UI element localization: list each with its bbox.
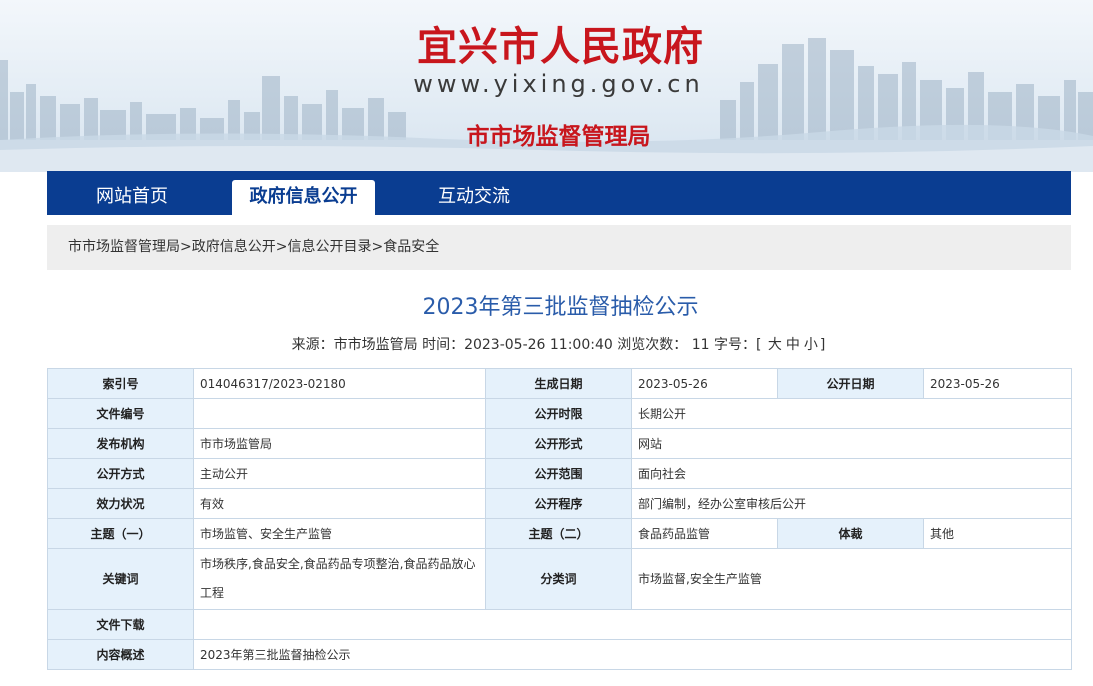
download-value[interactable] (193, 609, 1072, 640)
breadcrumb-link-gov-info[interactable]: 政府信息公开 (192, 239, 276, 255)
pub-date-label: 公开日期 (777, 368, 924, 399)
font-size-small-button[interactable]: 小 (804, 337, 818, 353)
site-title: 宜兴市人民政府 (417, 23, 704, 70)
time-label: 时间： (422, 337, 465, 353)
method-value: 主动公开 (193, 458, 486, 489)
index-no-label: 索引号 (47, 368, 194, 399)
time-limit-label: 公开时限 (485, 398, 632, 429)
font-size-medium-button[interactable]: 中 (786, 337, 800, 353)
fontsize-bracket-close: ] (819, 337, 826, 353)
fontsize-label: 字号： (713, 337, 756, 353)
article-meta: 来源：市市场监管局 时间：2023-05-26 11:00:40 浏览次数： 1… (0, 334, 1093, 354)
doc-no-value (193, 398, 486, 429)
keywords-label: 关键词 (47, 548, 194, 610)
nav-home[interactable]: 网站首页 (57, 180, 207, 215)
breadcrumb-link-bureau[interactable]: 市市场监督管理局 (68, 239, 180, 255)
summary-label: 内容概述 (47, 639, 194, 670)
source-value: 市市场监管局 (333, 337, 418, 353)
department-name: 市市场监督管理局 (466, 124, 651, 150)
table-row: 文件下载 (47, 609, 1072, 640)
breadcrumb: 市市场监督管理局>政府信息公开>信息公开目录>食品安全 (47, 225, 1071, 270)
nav-gov-info-public[interactable]: 政府信息公开 (232, 180, 375, 215)
category-label: 分类词 (485, 548, 632, 610)
table-row: 文件编号 公开时限 长期公开 (47, 398, 1072, 429)
header-banner: 宜兴市人民政府 www.yixing.gov.cn 市市场监督管理局 (0, 0, 1093, 172)
gen-date-label: 生成日期 (485, 368, 632, 399)
breadcrumb-separator: > (180, 239, 192, 255)
nav-interaction[interactable]: 互动交流 (399, 180, 549, 215)
publisher-label: 发布机构 (47, 428, 194, 459)
time-limit-value: 长期公开 (631, 398, 1072, 429)
status-label: 效力状况 (47, 488, 194, 519)
views-label: 浏览次数： (617, 337, 688, 353)
topic2-label: 主题（二） (485, 518, 632, 549)
index-no-value: 014046317/2023-02180 (193, 368, 486, 399)
genre-value: 其他 (923, 518, 1072, 549)
topic1-value: 市场监管、安全生产监管 (193, 518, 486, 549)
table-row: 内容概述 2023年第三批监督抽检公示 (47, 639, 1072, 670)
scope-value: 面向社会 (631, 458, 1072, 489)
table-row: 索引号 014046317/2023-02180 生成日期 2023-05-26… (47, 368, 1072, 399)
topic2-value: 食品药品监管 (631, 518, 778, 549)
main-nav: 网站首页 政府信息公开 互动交流 (47, 171, 1071, 215)
breadcrumb-link-catalog[interactable]: 信息公开目录 (287, 239, 371, 255)
table-row: 主题（一） 市场监管、安全生产监管 主题（二） 食品药品监管 体裁 其他 (47, 518, 1072, 549)
table-row: 发布机构 市市场监管局 公开形式 网站 (47, 428, 1072, 459)
status-value: 有效 (193, 488, 486, 519)
form-value: 网站 (631, 428, 1072, 459)
source-label: 来源： (291, 337, 334, 353)
table-row: 关键词 市场秩序,食品安全,食品药品专项整治,食品药品放心工程 分类词 市场监督… (47, 548, 1072, 610)
keywords-value: 市场秩序,食品安全,食品药品专项整治,食品药品放心工程 (193, 548, 486, 610)
table-row: 公开方式 主动公开 公开范围 面向社会 (47, 458, 1072, 489)
breadcrumb-separator: > (275, 239, 288, 255)
form-label: 公开形式 (485, 428, 632, 459)
genre-label: 体裁 (777, 518, 924, 549)
pub-date-value: 2023-05-26 (923, 368, 1072, 399)
method-label: 公开方式 (47, 458, 194, 489)
procedure-label: 公开程序 (485, 488, 632, 519)
article-title: 2023年第三批监督抽检公示 (422, 295, 699, 320)
scope-label: 公开范围 (485, 458, 632, 489)
info-table: 索引号 014046317/2023-02180 生成日期 2023-05-26… (47, 368, 1072, 670)
category-value: 市场监督,安全生产监管 (631, 548, 1072, 610)
time-value: 2023-05-26 11:00:40 (464, 337, 613, 353)
views-value: 11 (691, 337, 710, 353)
procedure-value: 部门编制，经办公室审核后公开 (631, 488, 1072, 519)
summary-value: 2023年第三批监督抽检公示 (193, 639, 1072, 670)
breadcrumb-separator: > (371, 239, 384, 255)
breadcrumb-link-food-safety[interactable]: 食品安全 (383, 239, 439, 255)
site-url: www.yixing.gov.cn (413, 70, 704, 98)
table-row: 效力状况 有效 公开程序 部门编制，经办公室审核后公开 (47, 488, 1072, 519)
topic1-label: 主题（一） (47, 518, 194, 549)
publisher-value: 市市场监管局 (193, 428, 486, 459)
font-size-large-button[interactable]: 大 (768, 337, 782, 353)
download-label: 文件下载 (47, 609, 194, 640)
fontsize-bracket-open: [ (755, 337, 762, 353)
doc-no-label: 文件编号 (47, 398, 194, 429)
gen-date-value: 2023-05-26 (631, 368, 778, 399)
